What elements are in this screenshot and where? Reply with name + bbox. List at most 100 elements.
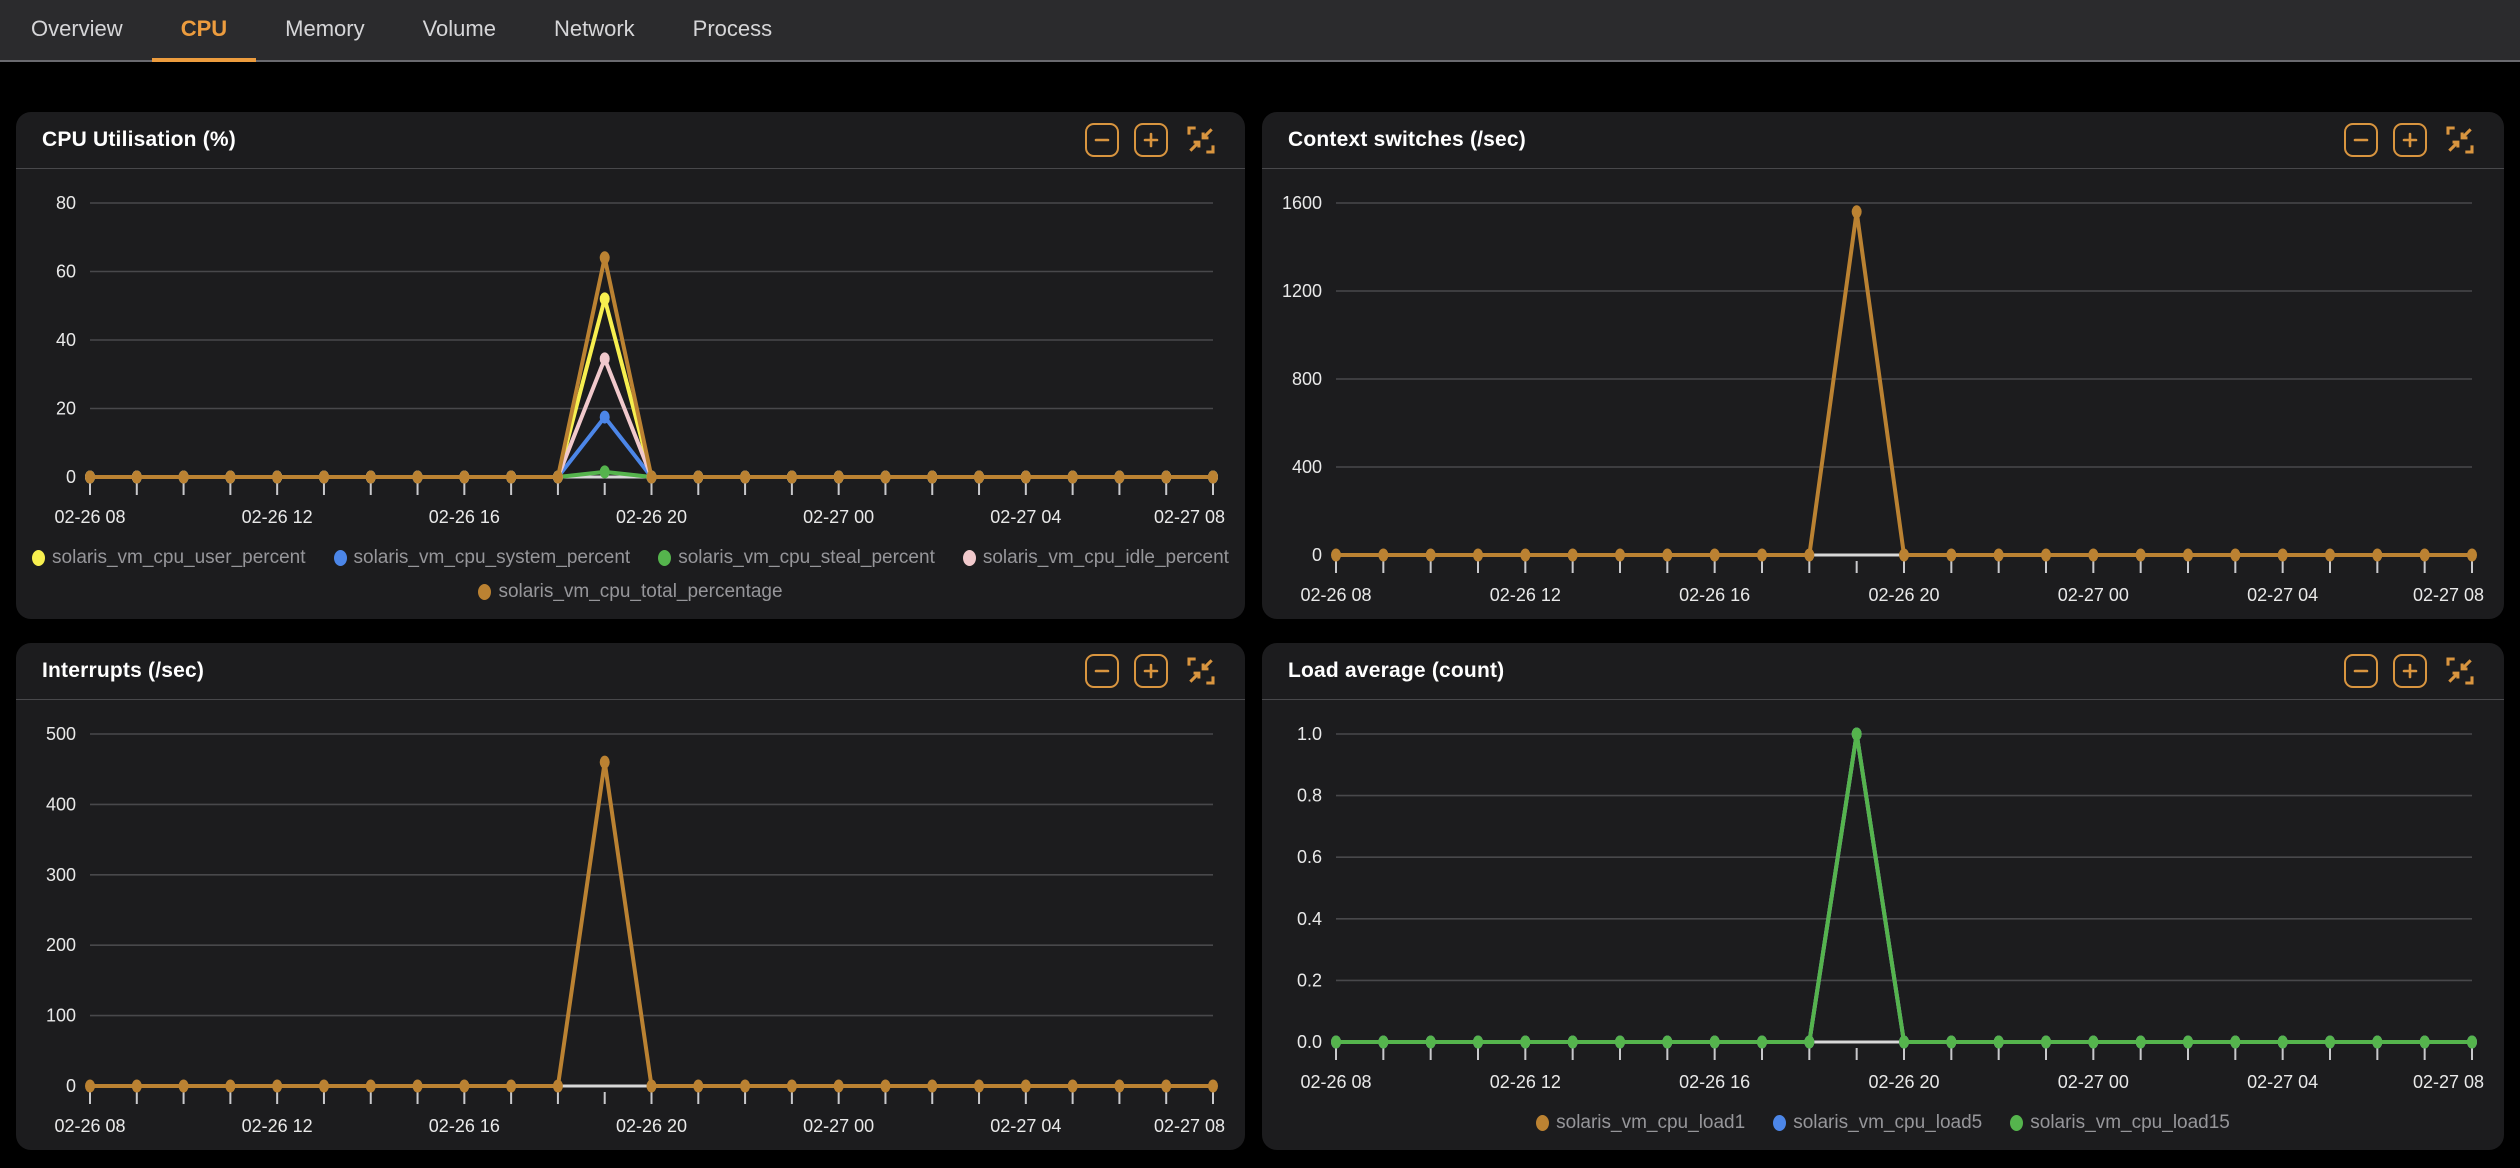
data-point-marker xyxy=(974,471,984,484)
legend-swatch xyxy=(658,550,671,566)
x-axis-label: 02-26 16 xyxy=(1679,585,1750,605)
chart-svg: 010020030040050002-26 0802-26 1202-26 16… xyxy=(16,700,1245,1150)
data-point-marker xyxy=(1615,549,1625,562)
data-point-marker xyxy=(225,471,235,484)
tab-network[interactable]: Network xyxy=(525,0,664,62)
zoom-in-button[interactable] xyxy=(2393,123,2427,157)
x-axis-label: 02-27 04 xyxy=(990,507,1061,527)
tab-volume[interactable]: Volume xyxy=(394,0,525,62)
zoom-out-button[interactable] xyxy=(1085,654,1119,688)
zoom-out-button[interactable] xyxy=(1085,123,1119,157)
data-point-marker xyxy=(600,756,610,769)
data-point-marker xyxy=(1662,1036,1672,1049)
y-axis-label: 0.4 xyxy=(1297,909,1322,929)
x-axis-label: 02-26 08 xyxy=(54,507,125,527)
panel-title: Interrupts (/sec) xyxy=(42,659,204,683)
zoom-in-button[interactable] xyxy=(1134,123,1168,157)
x-axis-label: 02-26 16 xyxy=(429,507,500,527)
data-point-marker xyxy=(1662,549,1672,562)
chart-canvas-context-switches[interactable]: 04008001200160002-26 0802-26 1202-26 160… xyxy=(1262,169,2504,619)
zoom-out-button[interactable] xyxy=(2344,654,2378,688)
data-point-marker xyxy=(740,1080,750,1093)
legend-label: solaris_vm_cpu_user_percent xyxy=(52,547,305,569)
data-point-marker xyxy=(179,471,189,484)
chart-canvas-cpu-utilisation[interactable]: 02040608002-26 0802-26 1202-26 1602-26 2… xyxy=(16,169,1245,541)
legend-item-solaris_vm_cpu_load1[interactable]: solaris_vm_cpu_load1 xyxy=(1536,1112,1745,1134)
collapse-arrows-icon xyxy=(1185,655,1217,687)
data-point-marker xyxy=(693,471,703,484)
data-point-marker xyxy=(1899,549,1909,562)
tab-cpu[interactable]: CPU xyxy=(152,0,256,62)
legend-swatch xyxy=(2010,1115,2023,1131)
x-axis-label: 02-26 12 xyxy=(1490,585,1561,605)
data-point-marker xyxy=(2041,1036,2051,1049)
series-line-series xyxy=(90,762,1213,1086)
collapse-arrows-icon xyxy=(2444,655,2476,687)
zoom-in-button[interactable] xyxy=(1134,654,1168,688)
chart-canvas-load-average[interactable]: 0.00.20.40.60.81.002-26 0802-26 1202-26 … xyxy=(1262,700,2504,1106)
tab-process[interactable]: Process xyxy=(664,0,801,62)
data-point-marker xyxy=(1899,1036,1909,1049)
data-point-marker xyxy=(1114,1080,1124,1093)
y-axis-label: 0 xyxy=(66,1076,76,1096)
data-point-marker xyxy=(1568,1036,1578,1049)
data-point-marker xyxy=(459,1080,469,1093)
collapse-arrows-icon xyxy=(1185,124,1217,156)
legend-swatch xyxy=(334,550,347,566)
collapse-button[interactable] xyxy=(2442,122,2478,158)
y-axis-label: 0.2 xyxy=(1297,970,1322,990)
zoom-in-button[interactable] xyxy=(2393,654,2427,688)
legend-item-solaris_vm_cpu_user_percent[interactable]: solaris_vm_cpu_user_percent xyxy=(32,547,305,569)
data-point-marker xyxy=(600,465,610,478)
x-axis-label: 02-26 08 xyxy=(1300,585,1371,605)
data-point-marker xyxy=(179,1080,189,1093)
legend-item-solaris_vm_cpu_idle_percent[interactable]: solaris_vm_cpu_idle_percent xyxy=(963,547,1229,569)
y-axis-label: 60 xyxy=(56,262,76,282)
data-point-marker xyxy=(1473,1036,1483,1049)
legend-label: solaris_vm_cpu_load1 xyxy=(1556,1112,1745,1134)
data-point-marker xyxy=(2372,549,2382,562)
tab-memory[interactable]: Memory xyxy=(256,0,393,62)
data-point-marker xyxy=(880,471,890,484)
data-point-marker xyxy=(647,471,657,484)
y-axis-label: 0.6 xyxy=(1297,847,1322,867)
legend-item-solaris_vm_cpu_load5[interactable]: solaris_vm_cpu_load5 xyxy=(1773,1112,1982,1134)
y-axis-label: 200 xyxy=(46,935,76,955)
series-line-solaris_vm_cpu_idle_percent xyxy=(90,359,1213,477)
minus-icon xyxy=(2351,661,2371,681)
dashboard-grid: CPU Utilisation (%) 02040608002-26 0802- xyxy=(0,62,2520,1150)
collapse-button[interactable] xyxy=(2442,653,2478,689)
chart-canvas-interrupts[interactable]: 010020030040050002-26 0802-26 1202-26 16… xyxy=(16,700,1245,1150)
minus-icon xyxy=(1092,130,1112,150)
y-axis-label: 0.8 xyxy=(1297,786,1322,806)
data-point-marker xyxy=(2420,549,2430,562)
legend-item-solaris_vm_cpu_system_percent[interactable]: solaris_vm_cpu_system_percent xyxy=(334,547,631,569)
panel-actions xyxy=(1085,122,1219,158)
data-point-marker xyxy=(1331,1036,1341,1049)
collapse-button[interactable] xyxy=(1183,122,1219,158)
data-point-marker xyxy=(2325,549,2335,562)
data-point-marker xyxy=(1710,549,1720,562)
data-point-marker xyxy=(1161,471,1171,484)
x-axis-label: 02-26 20 xyxy=(616,507,687,527)
legend-label: solaris_vm_cpu_load15 xyxy=(2030,1112,2230,1134)
collapse-button[interactable] xyxy=(1183,653,1219,689)
data-point-marker xyxy=(132,471,142,484)
zoom-out-button[interactable] xyxy=(2344,123,2378,157)
panel-interrupts: Interrupts (/sec) 010020030040050002-26 xyxy=(16,643,1245,1150)
data-point-marker xyxy=(506,471,516,484)
series-line-solaris_vm_cpu_load1 xyxy=(1336,734,2472,1042)
tab-overview[interactable]: Overview xyxy=(2,0,152,62)
data-point-marker xyxy=(1994,549,2004,562)
y-axis-label: 80 xyxy=(56,193,76,213)
series-line-solaris_vm_cpu_load5 xyxy=(1336,734,2472,1042)
panel-header: Load average (count) xyxy=(1262,643,2504,700)
legend-item-solaris_vm_cpu_load15[interactable]: solaris_vm_cpu_load15 xyxy=(2010,1112,2230,1134)
legend-item-solaris_vm_cpu_total_percentage[interactable]: solaris_vm_cpu_total_percentage xyxy=(478,581,782,603)
chart-svg: 02040608002-26 0802-26 1202-26 1602-26 2… xyxy=(16,169,1245,541)
minus-icon xyxy=(1092,661,1112,681)
legend-swatch xyxy=(478,584,491,600)
data-point-marker xyxy=(2183,1036,2193,1049)
legend-item-solaris_vm_cpu_steal_percent[interactable]: solaris_vm_cpu_steal_percent xyxy=(658,547,935,569)
data-point-marker xyxy=(2467,1036,2477,1049)
